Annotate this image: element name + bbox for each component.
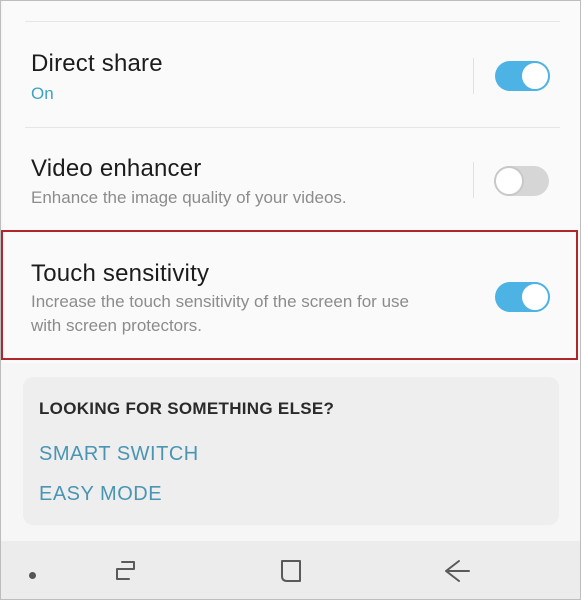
toggle-knob — [520, 282, 550, 312]
touch-sensitivity-toggle[interactable] — [495, 282, 550, 312]
toggle-knob — [494, 166, 524, 196]
suggestions-panel: LOOKING FOR SOMETHING ELSE? SMART SWITCH… — [23, 377, 559, 525]
advanced-features-list: Direct share On Video enhancer Enhance t… — [3, 1, 580, 363]
easy-mode-link[interactable]: EASY MODE — [39, 483, 162, 506]
settings-screen: Direct share On Video enhancer Enhance t… — [0, 0, 581, 600]
setting-status: On — [31, 84, 54, 103]
recent-apps-icon[interactable] — [107, 556, 143, 586]
setting-description: Enhance the image quality of your videos… — [31, 188, 347, 207]
setting-touch-sensitivity[interactable]: Touch sensitivity Increase the touch sen… — [3, 232, 580, 358]
setting-title: Direct share — [31, 50, 163, 77]
back-icon[interactable] — [439, 556, 475, 586]
direct-share-toggle[interactable] — [495, 61, 550, 91]
vertical-separator — [473, 58, 474, 94]
smart-switch-link[interactable]: SMART SWITCH — [39, 443, 199, 466]
vertical-separator — [473, 162, 474, 198]
setting-video-enhancer[interactable]: Video enhancer Enhance the image quality… — [3, 128, 580, 228]
setting-description-line2: with screen protectors. — [31, 316, 203, 335]
home-icon[interactable] — [273, 556, 309, 586]
nav-dot-icon — [29, 572, 36, 579]
setting-description-line1: Increase the touch sensitivity of the sc… — [31, 292, 409, 311]
toggle-knob — [520, 61, 550, 91]
suggestions-heading: LOOKING FOR SOMETHING ELSE? — [39, 399, 335, 418]
setting-direct-share[interactable]: Direct share On — [3, 22, 580, 127]
video-enhancer-toggle[interactable] — [494, 166, 549, 196]
setting-title: Touch sensitivity — [31, 260, 210, 287]
navigation-bar — [1, 541, 580, 599]
setting-title: Video enhancer — [31, 155, 202, 182]
